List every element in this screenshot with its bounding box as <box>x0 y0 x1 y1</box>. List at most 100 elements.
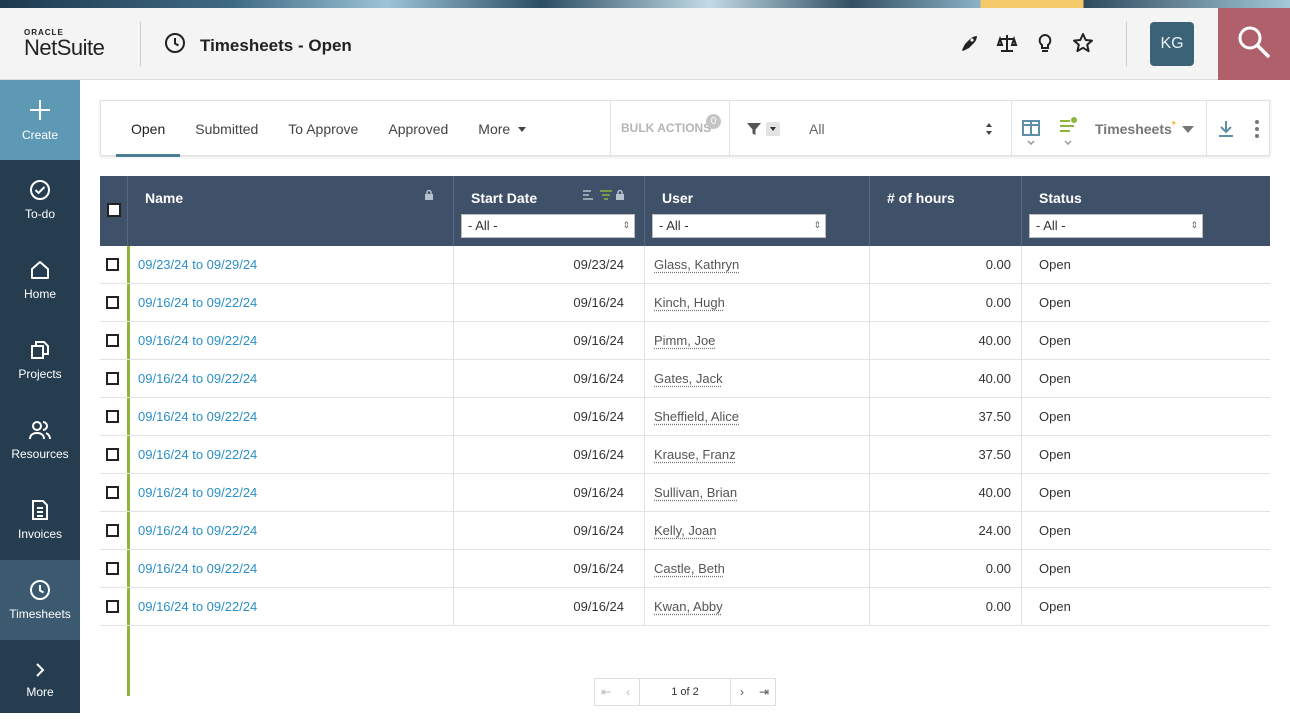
search-icon <box>1236 24 1272 65</box>
timesheet-link[interactable]: 09/16/24 to 09/22/24 <box>138 371 257 386</box>
tab-approved[interactable]: Approved <box>373 101 463 157</box>
tab-submitted[interactable]: Submitted <box>180 101 273 157</box>
row-checkbox[interactable] <box>106 600 119 613</box>
sidebar-item-todo[interactable]: To-do <box>0 160 80 240</box>
tab-more[interactable]: More <box>463 101 541 157</box>
next-page-icon[interactable]: › <box>731 685 753 699</box>
timesheet-link[interactable]: 09/16/24 to 09/22/24 <box>138 447 257 462</box>
table-row[interactable]: 09/16/24 to 09/22/24 09/16/24 Kelly, Joan 2… <box>100 512 1270 550</box>
column-label: # of hours <box>887 190 955 206</box>
sidebar-item-more[interactable]: More <box>0 640 80 720</box>
table-row[interactable]: 09/16/24 to 09/22/24 09/16/24 Krause, Fran… <box>100 436 1270 474</box>
column-header-name[interactable]: Name - All - <box>128 176 454 246</box>
row-checkbox[interactable] <box>106 486 119 499</box>
tab-open[interactable]: Open <box>116 101 180 157</box>
header-icons <box>958 32 1094 54</box>
table-row[interactable]: 09/16/24 to 09/22/24 09/16/24 Sheffield, A… <box>100 398 1270 436</box>
sidebar-item-label: Home <box>24 287 56 301</box>
user-link[interactable]: Kwan, Abby <box>654 599 723 614</box>
prev-page-icon[interactable]: ‹ <box>617 685 639 699</box>
last-page-icon[interactable]: ⇥ <box>753 685 775 699</box>
timesheet-link[interactable]: 09/23/24 to 09/29/24 <box>138 257 257 272</box>
table-row[interactable]: 09/16/24 to 09/22/24 09/16/24 Castle, Beth… <box>100 550 1270 588</box>
row-checkbox[interactable] <box>106 258 119 271</box>
column-header-user[interactable]: User - All - <box>645 176 870 246</box>
timesheet-link[interactable]: 09/16/24 to 09/22/24 <box>138 561 257 576</box>
tab-to-approve[interactable]: To Approve <box>273 101 373 157</box>
sidebar-item-resources[interactable]: Resources <box>0 400 80 480</box>
caret-down-icon <box>518 127 526 132</box>
row-checkbox[interactable] <box>106 448 119 461</box>
status-filter-select[interactable]: - All - <box>1029 214 1203 238</box>
global-search-button[interactable] <box>1218 8 1290 80</box>
table-row[interactable]: 09/16/24 to 09/22/24 09/16/24 Sullivan, Br… <box>100 474 1270 512</box>
user-link[interactable]: Kelly, Joan <box>654 523 717 538</box>
home-icon <box>29 259 51 281</box>
hours-cell: 37.50 <box>870 398 1022 436</box>
sidebar-item-home[interactable]: Home <box>0 240 80 320</box>
star-icon[interactable] <box>1072 32 1094 54</box>
tab-bar: Open Submitted To Approve Approved More <box>116 101 541 157</box>
row-checkbox[interactable] <box>106 562 119 575</box>
user-link[interactable]: Sheffield, Alice <box>654 409 739 424</box>
pagination: ⇤ ‹ 1 of 2 › ⇥ <box>594 678 776 706</box>
select-all-checkbox[interactable] <box>107 203 121 217</box>
sidebar-item-create[interactable]: Create <box>0 80 80 160</box>
sidebar-item-label: More <box>26 685 53 699</box>
user-link[interactable]: Gates, Jack <box>654 371 723 386</box>
filter-icon[interactable] <box>746 121 762 142</box>
first-page-icon[interactable]: ⇤ <box>595 685 617 699</box>
columns-icon[interactable] <box>1021 119 1041 150</box>
timesheet-link[interactable]: 09/16/24 to 09/22/24 <box>138 333 257 348</box>
table-row[interactable]: 09/16/24 to 09/22/24 09/16/24 Gates, Jack 4… <box>100 360 1270 398</box>
timesheet-link[interactable]: 09/16/24 to 09/22/24 <box>138 523 257 538</box>
page-title: Timesheets - Open <box>200 36 352 56</box>
user-link[interactable]: Krause, Franz <box>654 447 736 462</box>
filter-select[interactable]: All <box>809 121 825 137</box>
column-label: Status <box>1039 190 1082 206</box>
sidebar-item-label: Resources <box>11 447 68 461</box>
table-row[interactable]: 09/16/24 to 09/22/24 09/16/24 Pimm, Joe 40.… <box>100 322 1270 360</box>
user-link[interactable]: Pimm, Joe <box>654 333 715 348</box>
row-checkbox[interactable] <box>106 410 119 423</box>
row-checkbox[interactable] <box>106 296 119 309</box>
row-checkbox[interactable] <box>106 334 119 347</box>
sidebar-item-invoices[interactable]: Invoices <box>0 480 80 560</box>
download-icon[interactable] <box>1217 119 1235 144</box>
timesheet-link[interactable]: 09/16/24 to 09/22/24 <box>138 295 257 310</box>
rocket-icon[interactable] <box>958 32 980 54</box>
timesheet-link[interactable]: 09/16/24 to 09/22/24 <box>138 599 257 614</box>
column-header-status[interactable]: Status - All - <box>1022 176 1270 246</box>
status-cell: Open <box>1022 436 1270 474</box>
user-link[interactable]: Sullivan, Brian <box>654 485 737 500</box>
table-row[interactable]: 09/23/24 to 09/29/24 09/23/24 Glass, Kathr… <box>100 246 1270 284</box>
bulk-actions-button[interactable]: BULK ACTIONS <box>621 121 711 135</box>
timesheet-link[interactable]: 09/16/24 to 09/22/24 <box>138 409 257 424</box>
sidebar-item-timesheets[interactable]: Timesheets <box>0 560 80 640</box>
user-link[interactable]: Castle, Beth <box>654 561 725 576</box>
page-indicator[interactable]: 1 of 2 <box>639 679 731 705</box>
sort-options-icon[interactable] <box>1058 117 1080 150</box>
saved-search-select[interactable]: Timesheets * <box>1095 121 1194 137</box>
row-checkbox[interactable] <box>106 372 119 385</box>
toolbar-divider <box>1206 101 1207 157</box>
user-cell: Gates, Jack <box>645 360 870 398</box>
user-link[interactable]: Kinch, Hugh <box>654 295 725 310</box>
scale-icon[interactable] <box>996 32 1018 54</box>
filter-dropdown-caret[interactable] <box>766 122 780 136</box>
table-row[interactable]: 09/16/24 to 09/22/24 09/16/24 Kinch, Hugh 0… <box>100 284 1270 322</box>
timesheet-link[interactable]: 09/16/24 to 09/22/24 <box>138 485 257 500</box>
column-header-hours[interactable]: # of hours <box>870 176 1022 246</box>
user-link[interactable]: Glass, Kathryn <box>654 257 739 272</box>
table-row[interactable]: 09/16/24 to 09/22/24 09/16/24 Kwan, Abby 0.… <box>100 588 1270 626</box>
user-filter-select[interactable]: - All - <box>652 214 826 238</box>
more-options-icon[interactable] <box>1254 119 1260 144</box>
column-header-start-date[interactable]: Start Date <box>454 176 645 246</box>
netsuite-logo[interactable]: ORACLE NetSuite <box>24 28 104 61</box>
updown-icon <box>985 122 993 141</box>
people-icon <box>28 419 52 441</box>
lightbulb-icon[interactable] <box>1034 32 1056 54</box>
row-checkbox[interactable] <box>106 524 119 537</box>
user-avatar[interactable]: KG <box>1150 22 1194 66</box>
sidebar-item-projects[interactable]: Projects <box>0 320 80 400</box>
